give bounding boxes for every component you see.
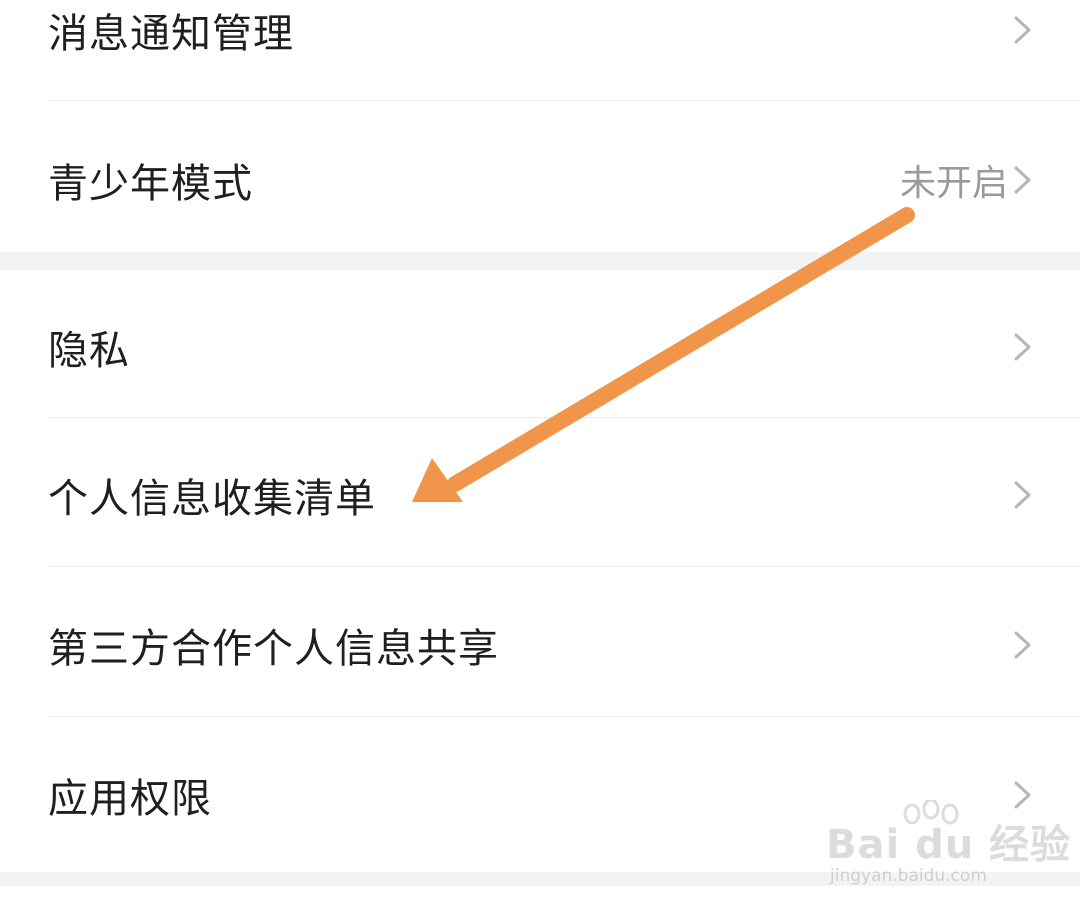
settings-group-privacy: 隐私 个人信息收集清单 第三方合作个人信息共享 应用权限 <box>0 270 1080 872</box>
chevron-right-icon <box>1014 481 1031 509</box>
row-divider <box>48 566 1080 567</box>
settings-item-label: 消息通知管理 <box>48 11 294 57</box>
row-divider <box>48 100 1080 101</box>
settings-item-third-party-sharing[interactable]: 第三方合作个人信息共享 <box>0 570 1080 720</box>
settings-item-privacy[interactable]: 隐私 <box>0 272 1080 422</box>
chevron-right-icon <box>1014 333 1031 361</box>
baidu-jingyan-watermark: Bai du 经验 jingyan.baidu.com <box>826 800 1070 890</box>
settings-item-notification-management[interactable]: 消息通知管理 <box>0 0 1080 105</box>
settings-item-label: 青少年模式 <box>48 161 253 207</box>
row-divider <box>48 417 1080 418</box>
chevron-right-icon <box>1014 631 1031 659</box>
chevron-right-icon <box>1014 16 1031 44</box>
settings-item-label: 个人信息收集清单 <box>48 476 376 522</box>
settings-screen: 消息通知管理 青少年模式 未开启 隐私 个人信息收集清单 第三方合作个人信息共享… <box>0 0 1080 915</box>
settings-item-label: 隐私 <box>48 328 130 374</box>
settings-group-notifications: 消息通知管理 青少年模式 未开启 <box>0 0 1080 252</box>
teen-mode-status: 未开启 <box>899 163 1008 204</box>
row-divider <box>48 716 1080 717</box>
watermark-url: jingyan.baidu.com <box>830 866 987 886</box>
next-group-edge <box>0 886 1080 915</box>
watermark-logo-text: Bai du 经验 <box>826 822 1072 868</box>
settings-item-personal-info-collection-list[interactable]: 个人信息收集清单 <box>0 420 1080 570</box>
chevron-right-icon <box>1014 166 1031 194</box>
settings-item-teen-mode[interactable]: 青少年模式 未开启 <box>0 105 1080 255</box>
settings-item-label: 应用权限 <box>48 776 212 822</box>
settings-item-label: 第三方合作个人信息共享 <box>48 626 499 672</box>
